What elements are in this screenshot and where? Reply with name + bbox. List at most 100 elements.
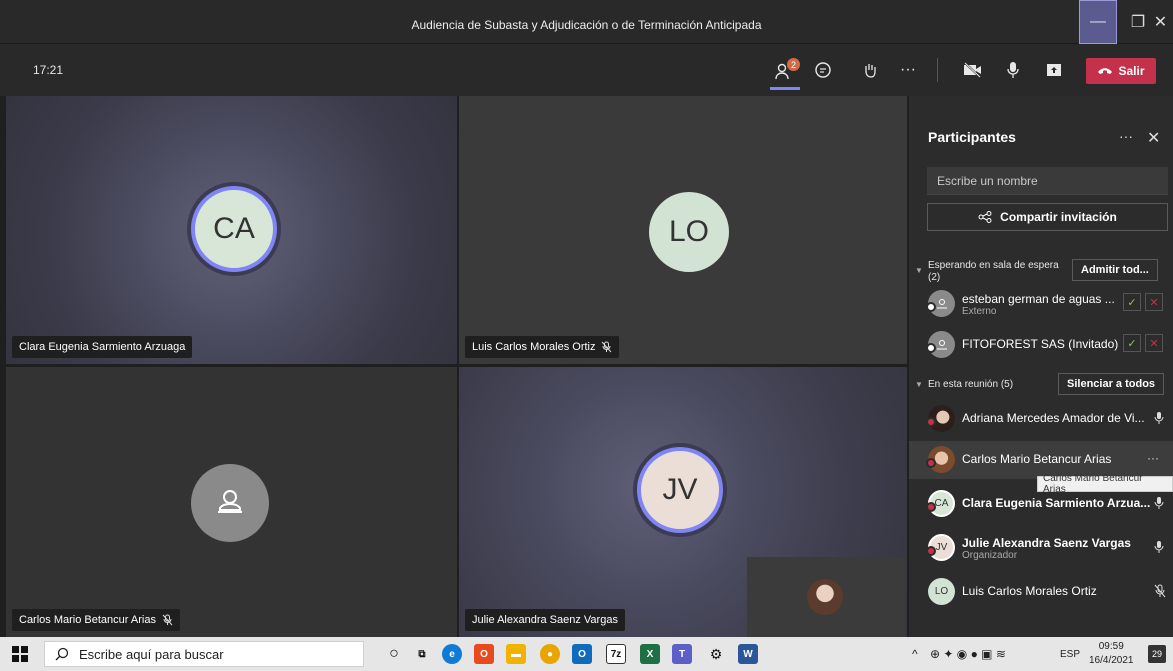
lobby-section-label: Esperando en sala de espera (2)	[928, 260, 1059, 284]
teams-meeting-window: Audiencia de Subasta y Adjudicación o de…	[0, 0, 1173, 637]
taskbar-search[interactable]: Escribe aquí para buscar	[44, 641, 364, 667]
participant-name: Julie Alexandra Saenz Vargas	[962, 536, 1131, 550]
more-actions-button[interactable]: ···	[895, 56, 921, 84]
admit-all-button[interactable]: Admitir tod...	[1072, 259, 1158, 281]
reactions-button[interactable]	[857, 56, 883, 84]
participant-role: Externo	[962, 306, 997, 317]
panel-more-button[interactable]: ···	[1119, 128, 1133, 144]
panel-close-button[interactable]: ✕	[1147, 128, 1160, 148]
participants-panel: Participantes ··· ✕ Compartir invitación…	[909, 96, 1173, 637]
minimize-button[interactable]: —	[1079, 0, 1117, 44]
leave-button[interactable]: Salir	[1086, 58, 1156, 84]
participant-name-tag: Carlos Mario Betancur Arias	[12, 609, 180, 631]
participants-button[interactable]: 2	[770, 56, 800, 90]
taskbar-time: 09:59	[1098, 641, 1124, 652]
mic-muted-icon	[1154, 584, 1166, 598]
camera-off-icon	[964, 62, 981, 78]
participant-avatar: LO	[649, 192, 729, 272]
person-icon	[936, 298, 947, 308]
outlook-icon[interactable]: O	[572, 644, 592, 664]
participants-badge: 2	[787, 58, 800, 71]
share-screen-button[interactable]	[1042, 56, 1066, 84]
participant-name-tag: Julie Alexandra Saenz Vargas	[465, 609, 625, 631]
input-language[interactable]: ESP	[1060, 649, 1080, 660]
windows-start-icon[interactable]	[12, 646, 28, 662]
word-icon[interactable]: W	[738, 644, 758, 664]
participant-avatar: JV	[637, 447, 723, 533]
lobby-collapse-caret[interactable]: ▼	[915, 266, 923, 275]
cortana-icon[interactable]: ○	[384, 644, 404, 664]
mic-muted-icon	[602, 341, 612, 353]
mic-toggle[interactable]	[1001, 56, 1025, 84]
share-tray-icon	[1047, 64, 1061, 76]
person-icon	[936, 339, 947, 349]
taskbar-search-placeholder: Escribe aquí para buscar	[79, 646, 224, 662]
title-bar: Audiencia de Subasta y Adjudicación o de…	[0, 0, 1173, 44]
participant-avatar: CA	[191, 186, 277, 272]
meeting-participant-row[interactable]: Adriana Mercedes Amador de Vi...	[909, 400, 1173, 438]
share-invite-button[interactable]: Compartir invitación	[927, 203, 1168, 231]
meeting-section-label: En esta reunión (5)	[928, 379, 1014, 390]
participant-name: Clara Eugenia Sarmiento Arzua...	[962, 496, 1151, 510]
close-button[interactable]: ✕	[1148, 0, 1173, 44]
task-view-icon[interactable]: ⧉	[412, 644, 432, 664]
tray-app-icons[interactable]: ⊕ ✦ ◉ ● ▣ ≋	[930, 647, 1006, 661]
self-view[interactable]	[747, 557, 905, 637]
chat-button[interactable]	[810, 56, 836, 84]
participant-role: Organizador	[962, 550, 1018, 561]
participant-avatar: LO	[928, 578, 955, 605]
window-title: Audiencia de Subasta y Adjudicación o de…	[411, 18, 762, 32]
notification-center-icon[interactable]: 29	[1148, 645, 1166, 663]
taskbar-clock[interactable]: 09:59 16/4/2021	[1089, 640, 1134, 668]
meeting-participant-row[interactable]: LO Luis Carlos Morales Ortiz	[909, 573, 1173, 611]
hang-up-icon	[1098, 68, 1113, 74]
participant-name: Luis Carlos Morales Ortiz	[962, 584, 1097, 598]
video-tile[interactable]: LO Luis Carlos Morales Ortiz	[459, 96, 907, 364]
chat-icon	[815, 62, 831, 78]
settings-gear-icon[interactable]: ⚙	[706, 644, 726, 664]
share-icon	[978, 211, 992, 223]
microphone-icon	[1007, 62, 1019, 78]
share-invite-label: Compartir invitación	[1000, 210, 1117, 224]
participant-name-tooltip: Carlos Mario Betancur Arias	[1037, 473, 1173, 495]
busy-status-dot	[926, 458, 936, 468]
chrome-icon[interactable]: ●	[540, 644, 560, 664]
taskbar-date: 16/4/2021	[1089, 655, 1134, 666]
deny-button[interactable]: ✕	[1145, 293, 1163, 311]
participant-name: Carlos Mario Betancur Arias	[962, 452, 1112, 466]
leave-label: Salir	[1118, 64, 1145, 78]
video-tile[interactable]: Carlos Mario Betancur Arias	[6, 367, 457, 637]
admit-button[interactable]: ✓	[1123, 293, 1141, 311]
busy-status-dot	[926, 502, 936, 512]
lobby-count: (2)	[928, 272, 941, 283]
participant-name: Clara Eugenia Sarmiento Arzuaga	[19, 341, 186, 353]
guest-status-dot	[926, 343, 936, 353]
participant-search-input[interactable]	[927, 167, 1168, 195]
toolbar-separator	[937, 58, 938, 82]
microphone-icon	[1154, 541, 1164, 553]
mute-all-button[interactable]: Silenciar a todos	[1058, 373, 1165, 395]
excel-icon[interactable]: X	[640, 644, 660, 664]
admit-button[interactable]: ✓	[1123, 334, 1141, 352]
meeting-collapse-caret[interactable]: ▼	[915, 380, 923, 389]
participant-name: FITOFOREST SAS (Invitado)	[962, 337, 1119, 351]
teams-icon[interactable]: T	[672, 644, 692, 664]
busy-status-dot	[926, 417, 936, 427]
edge-icon[interactable]: e	[442, 644, 462, 664]
deny-button[interactable]: ✕	[1145, 334, 1163, 352]
lobby-participant-row[interactable]: esteban german de aguas ... Externo ✓ ✕	[909, 285, 1173, 323]
video-tile[interactable]: CA Clara Eugenia Sarmiento Arzuaga	[6, 96, 457, 364]
lobby-label: Esperando en sala de espera	[928, 260, 1059, 271]
lobby-participant-row[interactable]: FITOFOREST SAS (Invitado) ✓ ✕	[909, 326, 1173, 364]
search-icon	[55, 647, 69, 661]
tray-overflow-icon[interactable]: ^	[912, 647, 918, 661]
external-status-dot	[926, 302, 936, 312]
camera-toggle[interactable]	[960, 56, 986, 84]
participant-name: Luis Carlos Morales Ortiz	[472, 341, 596, 353]
meeting-participant-row[interactable]: JV Julie Alexandra Saenz Vargas Organiza…	[909, 529, 1173, 567]
microphone-icon	[1154, 412, 1164, 424]
office-icon[interactable]: O	[474, 644, 494, 664]
file-explorer-icon[interactable]: ▬	[506, 644, 526, 664]
participant-more-button[interactable]: ···	[1147, 451, 1159, 465]
7zip-icon[interactable]: 7z	[606, 644, 626, 664]
